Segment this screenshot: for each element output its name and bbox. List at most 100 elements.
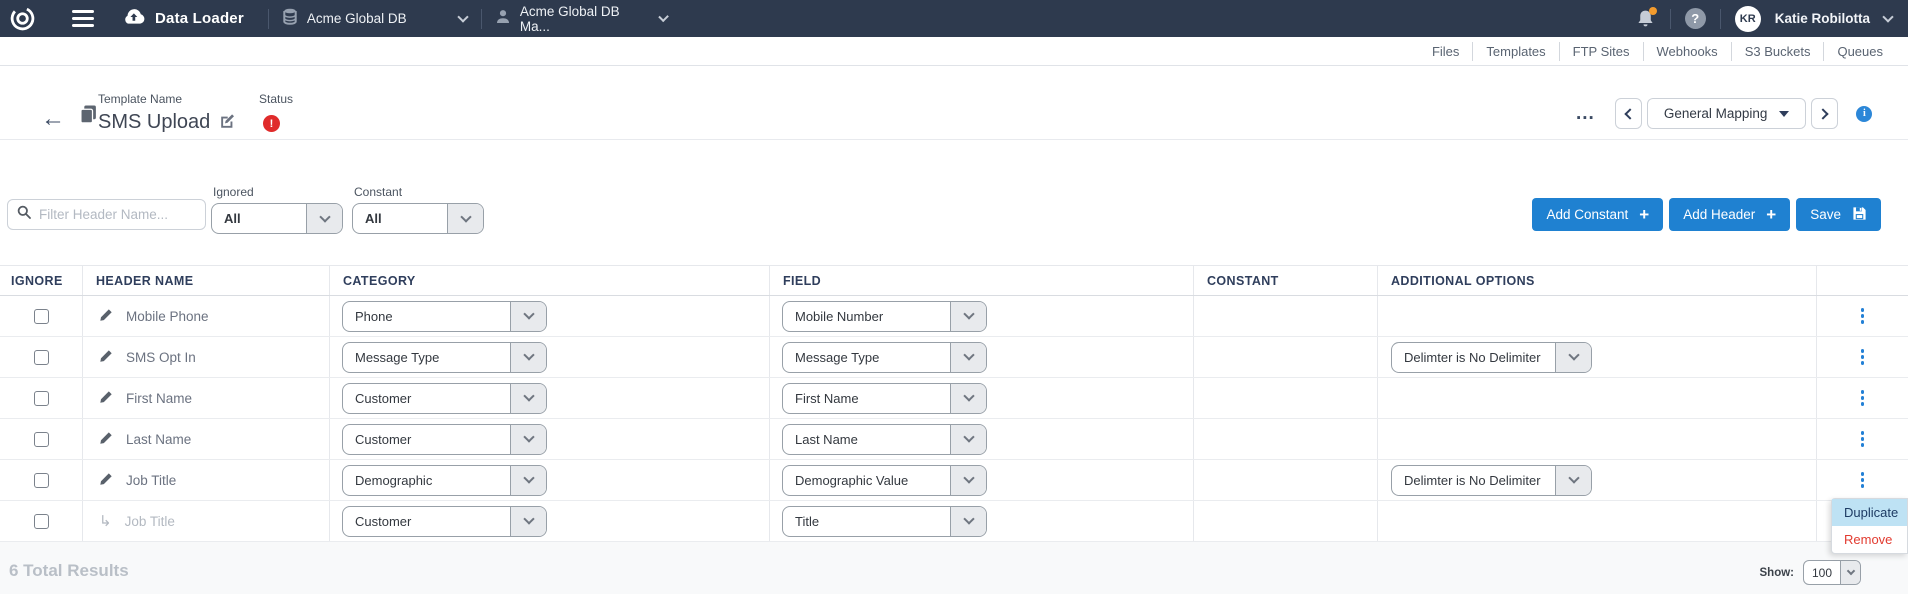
context-menu-remove[interactable]: Remove	[1832, 526, 1907, 553]
category-value: Customer	[343, 432, 423, 447]
pencil-icon[interactable]	[99, 390, 113, 407]
constant-cell	[1194, 460, 1378, 500]
notifications-bell-icon[interactable]	[1636, 9, 1656, 29]
search-input[interactable]	[39, 207, 189, 222]
field-select[interactable]: Message Type	[782, 342, 987, 373]
field-select[interactable]: Title	[782, 506, 987, 537]
field-select[interactable]: Mobile Number	[782, 301, 987, 332]
delimiter-select[interactable]: Delimter is No Delimiter	[1391, 342, 1592, 373]
delimiter-value: Delimter is No Delimiter	[1392, 473, 1553, 488]
nav-link-webhooks[interactable]: Webhooks	[1643, 42, 1731, 61]
category-select[interactable]: Demographic	[342, 465, 547, 496]
field-select[interactable]: Demographic Value	[782, 465, 987, 496]
add-header-button[interactable]: Add Header +	[1669, 198, 1790, 231]
row-menu-kebab-icon[interactable]	[1857, 427, 1869, 451]
constant-filter-select[interactable]: All	[352, 203, 484, 234]
previous-mapping-button[interactable]	[1615, 98, 1642, 129]
app-logo-icon[interactable]	[9, 5, 36, 32]
category-value: Phone	[343, 309, 405, 324]
row-checkbox[interactable]	[34, 350, 49, 365]
ignored-filter-select[interactable]: All	[211, 203, 343, 234]
chevron-down-icon	[510, 425, 546, 454]
chevron-down-icon	[950, 425, 986, 454]
field-select[interactable]: First Name	[782, 383, 987, 414]
row-menu-kebab-icon[interactable]	[1857, 386, 1869, 410]
back-button[interactable]: ←	[41, 107, 65, 131]
field-value: Mobile Number	[783, 309, 895, 324]
nav-link-queues[interactable]: Queues	[1823, 42, 1896, 61]
chevron-down-icon	[950, 466, 986, 495]
notification-badge	[1649, 7, 1657, 15]
edit-template-name-icon[interactable]	[219, 112, 235, 133]
table-row: Mobile Phone Phone Mobile Number	[0, 296, 1908, 337]
mapping-section-value: General Mapping	[1664, 106, 1768, 121]
row-menu-kebab-icon[interactable]	[1857, 345, 1869, 369]
header-name: Mobile Phone	[126, 309, 209, 324]
category-select[interactable]: Customer	[342, 383, 547, 414]
row-checkbox[interactable]	[34, 514, 49, 529]
category-select[interactable]: Customer	[342, 424, 547, 455]
nav-link-s3-buckets[interactable]: S3 Buckets	[1731, 42, 1824, 61]
row-checkbox[interactable]	[34, 432, 49, 447]
info-icon[interactable]: i	[1856, 106, 1872, 122]
more-options-icon[interactable]: ...	[1576, 104, 1595, 123]
field-select[interactable]: Last Name	[782, 424, 987, 455]
constant-cell	[1194, 378, 1378, 418]
help-icon[interactable]: ?	[1685, 8, 1706, 29]
template-name-label: Template Name	[98, 92, 182, 106]
mapping-selector[interactable]: Acme Global DB Ma...	[482, 0, 682, 37]
context-menu-duplicate[interactable]: Duplicate	[1832, 499, 1907, 526]
row-checkbox[interactable]	[34, 391, 49, 406]
pencil-icon[interactable]	[99, 431, 113, 448]
category-select[interactable]: Phone	[342, 301, 547, 332]
constant-cell	[1194, 296, 1378, 336]
field-value: Title	[783, 514, 831, 529]
column-header-field: FIELD	[770, 266, 1194, 295]
delimiter-select[interactable]: Delimter is No Delimiter	[1391, 465, 1592, 496]
row-checkbox[interactable]	[34, 309, 49, 324]
chevron-down-icon	[950, 302, 986, 331]
user-avatar[interactable]: KR	[1735, 6, 1761, 32]
save-label: Save	[1810, 207, 1841, 222]
hamburger-menu-icon[interactable]	[72, 10, 94, 27]
add-constant-button[interactable]: Add Constant +	[1532, 198, 1663, 231]
additional-options-cell	[1378, 419, 1817, 459]
mapping-section-dropdown[interactable]: General Mapping	[1647, 98, 1807, 129]
save-icon	[1852, 206, 1867, 224]
header-name: Job Title	[126, 473, 176, 488]
app-title: Data Loader	[155, 10, 244, 27]
column-header-constant: CONSTANT	[1194, 266, 1378, 295]
database-selector[interactable]: Acme Global DB	[269, 0, 481, 37]
row-checkbox[interactable]	[34, 473, 49, 488]
caret-down-icon	[1779, 111, 1789, 117]
header-filter-search[interactable]	[7, 199, 206, 230]
row-context-menu: Duplicate Remove	[1831, 498, 1908, 554]
pencil-icon[interactable]	[99, 308, 113, 325]
chevron-down-icon	[950, 343, 986, 372]
row-menu-kebab-icon[interactable]	[1857, 468, 1869, 492]
additional-options-cell	[1378, 378, 1817, 418]
nav-link-files[interactable]: Files	[1419, 42, 1472, 61]
chevron-down-icon[interactable]	[1882, 11, 1893, 22]
nav-link-templates[interactable]: Templates	[1472, 42, 1558, 61]
category-select[interactable]: Customer	[342, 506, 547, 537]
user-name: Katie Robilotta	[1775, 11, 1870, 26]
header-name: Last Name	[126, 432, 191, 447]
column-header-ignore: IGNORE	[0, 266, 83, 295]
pencil-icon[interactable]	[99, 349, 113, 366]
show-label: Show:	[1760, 567, 1795, 579]
chevron-down-icon	[1555, 343, 1591, 372]
category-value: Message Type	[343, 350, 451, 365]
column-header-additional-options: ADDITIONAL OPTIONS	[1378, 266, 1817, 295]
page-size-select[interactable]: 100	[1803, 560, 1861, 585]
nav-link-ftp-sites[interactable]: FTP Sites	[1559, 42, 1643, 61]
status-error-icon[interactable]: !	[263, 115, 280, 132]
database-icon	[283, 8, 297, 30]
sub-row-arrow-icon: ↳	[99, 514, 112, 529]
next-mapping-button[interactable]	[1811, 98, 1838, 129]
save-button[interactable]: Save	[1796, 198, 1881, 231]
pencil-icon[interactable]	[99, 472, 113, 489]
category-select[interactable]: Message Type	[342, 342, 547, 373]
row-menu-kebab-icon[interactable]	[1857, 304, 1869, 328]
copy-template-icon[interactable]	[80, 105, 97, 129]
